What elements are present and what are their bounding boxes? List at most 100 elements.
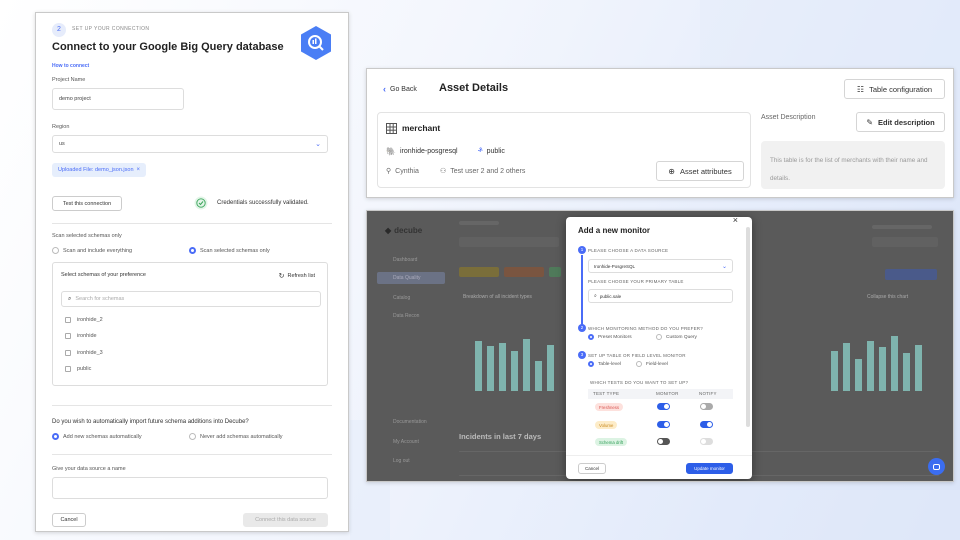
collapse-chart-button[interactable]: Collapse this chart — [867, 294, 908, 300]
project-name-input[interactable]: demo project — [52, 88, 184, 110]
scan-selected-label: Scan selected schemas only — [200, 247, 270, 254]
schema-name: ironhide — [77, 333, 97, 339]
schema-icon: ቶ — [478, 147, 483, 154]
schema-checkbox[interactable]: ironhide — [65, 333, 97, 339]
schema-drift-monitor-toggle[interactable] — [657, 438, 670, 445]
schema-checkbox[interactable]: ironhide_3 — [65, 350, 103, 356]
decube-app-panel: ◆ decube Dashboard Data Quality Catalog D… — [366, 210, 954, 482]
edit-description-button[interactable]: ✎ Edit description — [856, 112, 945, 132]
col-monitor: MONITOR — [656, 391, 679, 396]
freshness-notify-toggle[interactable] — [700, 403, 713, 410]
go-back-label: Go Back — [390, 85, 417, 93]
region-select[interactable]: us ⌄ — [52, 135, 328, 153]
connect-source-button[interactable]: Connect this data source — [243, 513, 328, 527]
asset-attributes-button[interactable]: ⊕ Asset attributes — [656, 161, 744, 181]
data-source-value: Ironhide-PosgreSQL — [594, 263, 636, 269]
volume-notify-toggle[interactable] — [700, 421, 713, 428]
postgres-icon: 🐘 — [386, 147, 396, 156]
asset-details-title: Asset Details — [439, 82, 509, 94]
page-title: Connect to your Google Big Query databas… — [52, 41, 284, 53]
table-config-icon: ☷ — [856, 84, 865, 94]
col-test-type: TEST TYPE — [593, 391, 620, 396]
asset-source[interactable]: 🐘 ironhide-posgresql — [386, 147, 458, 156]
test-connection-button[interactable]: Test this connection — [52, 196, 122, 211]
radio-selected-icon — [52, 433, 59, 440]
schema-name: public — [77, 366, 92, 372]
method-preset-radio[interactable]: Preset Monitors — [588, 334, 632, 340]
pencil-icon: ✎ — [866, 117, 874, 127]
test-volume-badge: Volume — [595, 421, 618, 429]
data-source-select[interactable]: Ironhide-PosgreSQL ⌄ — [588, 259, 733, 273]
background-shape — [900, 30, 960, 70]
volume-monitor-toggle[interactable] — [657, 421, 670, 428]
asset-users[interactable]: ⚇ Test user 2 and 2 others — [440, 167, 525, 176]
import-question: Do you wish to automatically import futu… — [52, 419, 249, 425]
scan-all-radio[interactable]: Scan and include everything — [52, 247, 132, 254]
schema-selection-box: Select schemas of your preference ↻ Refre… — [52, 262, 328, 386]
remove-file-icon[interactable]: × — [137, 167, 141, 173]
nav-catalog[interactable]: Catalog — [393, 295, 410, 301]
source-name-input[interactable] — [52, 477, 328, 499]
schema-checkbox[interactable]: ironhide_2 — [65, 317, 103, 323]
update-monitor-button[interactable]: Update monitor — [686, 463, 733, 474]
nav-dashboard[interactable]: Dashboard — [393, 257, 417, 263]
primary-table-input[interactable]: ⌕ public.sale — [588, 289, 733, 303]
step-1-marker: 1 — [578, 246, 586, 254]
q-method: WHICH MONITORING METHOD DO YOU PREFER? — [588, 326, 703, 331]
q-data-source: PLEASE CHOOSE A DATA SOURCE — [588, 248, 669, 253]
divider — [52, 454, 332, 455]
asset-schema[interactable]: ቶ public — [478, 147, 505, 155]
search-icon: ⌕ — [68, 295, 72, 302]
check-circle-icon — [194, 196, 208, 210]
asset-owner: ⚲ Cynthia — [386, 167, 419, 176]
close-icon[interactable]: × — [733, 217, 738, 225]
refresh-icon: ↻ — [278, 273, 285, 280]
q-tests: WHICH TESTS DO YOU WANT TO SET UP? — [590, 380, 689, 385]
chevron-down-icon: ⌄ — [315, 141, 321, 148]
checkbox-icon — [65, 333, 71, 339]
modal-scrollbar[interactable] — [746, 227, 750, 427]
connect-panel: 2 SET UP YOUR CONNECTION Connect to your… — [35, 12, 349, 532]
step-label: SET UP YOUR CONNECTION — [72, 26, 150, 32]
select-schemas-title: Select schemas of your preference — [61, 272, 146, 278]
method-preset-label: Preset Monitors — [598, 334, 632, 340]
radio-icon — [189, 433, 196, 440]
level-field-radio[interactable]: Field-level — [636, 361, 668, 367]
refresh-list-button[interactable]: ↻ Refresh list — [279, 272, 315, 280]
checkbox-icon — [65, 350, 71, 356]
modal-cancel-button[interactable]: Cancel — [578, 463, 606, 474]
col-notify: NOTIFY — [699, 391, 717, 396]
project-name-label: Project Name — [52, 77, 86, 83]
schema-drift-notify-toggle[interactable] — [700, 438, 713, 445]
level-table-radio[interactable]: Table-level — [588, 361, 621, 367]
method-custom-radio[interactable]: Custom Query — [656, 334, 697, 340]
test-freshness-badge: Freshness — [595, 403, 624, 411]
table-icon — [386, 123, 397, 134]
uploaded-file-text: Uploaded File: demo_json.json — [58, 167, 134, 173]
cancel-button[interactable]: Cancel — [52, 513, 86, 527]
radio-icon — [636, 361, 642, 367]
source-name-label: Give your data source a name — [52, 466, 126, 472]
validated-text: Credentials successfully validated. — [217, 200, 309, 206]
nav-data-recon[interactable]: Data Recon — [393, 313, 419, 319]
import-never-radio[interactable]: Never add schemas automatically — [189, 433, 283, 440]
region-label: Region — [52, 124, 70, 130]
nav-documentation[interactable]: Documentation — [393, 419, 427, 425]
divider — [52, 405, 332, 406]
table-configuration-button[interactable]: ☷ Table configuration — [844, 79, 945, 99]
nav-log-out[interactable]: Log out — [393, 458, 410, 464]
schema-search-input[interactable]: ⌕ Search for schemas — [61, 291, 321, 307]
table-config-label: Table configuration — [869, 84, 933, 94]
how-to-connect-link[interactable]: How to connect — [52, 63, 89, 69]
chevron-down-icon: ⌄ — [721, 263, 727, 270]
schema-checkbox[interactable]: public — [65, 366, 91, 372]
chat-icon[interactable] — [928, 458, 945, 475]
go-back-button[interactable]: ‹ Go Back — [383, 84, 417, 94]
import-add-radio[interactable]: Add new schemas automatically — [52, 433, 142, 440]
primary-table-value: public.sale — [599, 293, 622, 299]
nav-data-quality[interactable]: Data Quality — [393, 275, 421, 281]
nav-my-account[interactable]: My Account — [393, 439, 419, 445]
scan-all-label: Scan and include everything — [63, 247, 133, 254]
scan-selected-radio[interactable]: Scan selected schemas only — [189, 247, 270, 254]
freshness-monitor-toggle[interactable] — [657, 403, 670, 410]
